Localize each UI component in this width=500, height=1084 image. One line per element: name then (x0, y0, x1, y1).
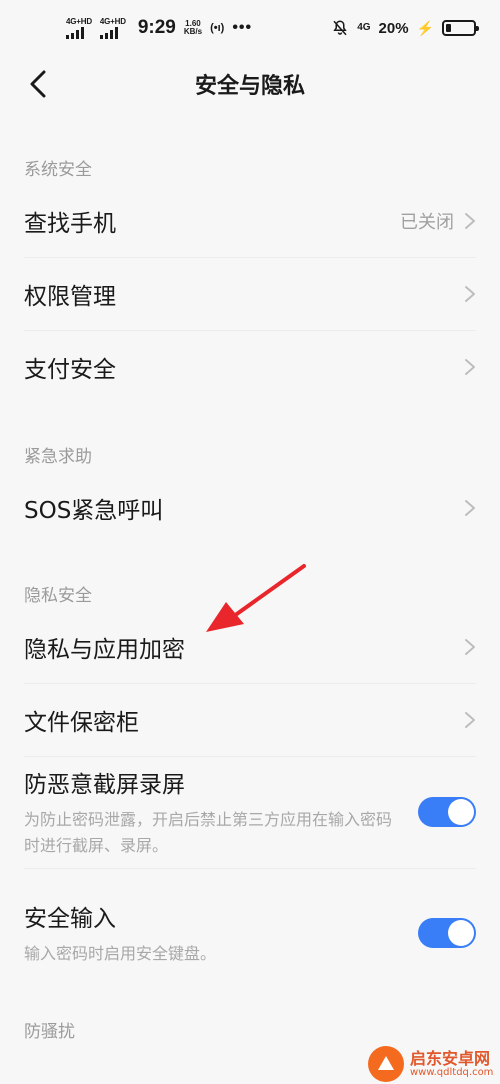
sim2-net-label: 4G+HD (99, 16, 126, 26)
section-label-harassment: 防骚扰 (24, 1022, 75, 1042)
chevron-right-icon (465, 212, 475, 229)
chevron-right-icon (465, 638, 475, 655)
chevron-right-icon (465, 358, 475, 375)
charging-icon: ⚡ (416, 19, 434, 36)
battery-percent: 20% (378, 19, 409, 37)
secure-input-switch[interactable] (418, 918, 476, 948)
app-header: 安全与隐私 (0, 56, 500, 112)
status-bar: 4G+HD 4G+HD 9:29 1.60 KB/s (•ı) ••• 4G 2… (0, 0, 500, 56)
item-payment-security[interactable]: 支付安全 (0, 330, 500, 403)
watermark-logo-icon (368, 1046, 404, 1082)
anti-screenshot-switch[interactable] (418, 797, 476, 827)
sim2-signal: 4G+HD (99, 16, 126, 39)
item-value: 已关闭 (400, 211, 454, 233)
item-label: 权限管理 (24, 283, 116, 310)
watermark: 启东安卓网 www.qdltdq.com (368, 1046, 493, 1082)
chevron-right-icon (465, 499, 475, 516)
net-type-label: 4G (357, 22, 371, 33)
battery-icon (442, 20, 479, 36)
item-label: 查找手机 (24, 210, 116, 237)
item-label: SOS紧急呼叫 (24, 497, 164, 524)
watermark-name: 启东安卓网 (410, 1048, 491, 1068)
mute-icon (333, 20, 347, 36)
item-anti-screenshot: 防恶意截屏录屏 为防止密码泄露，开启后禁止第三方应用在输入密码时进行截屏、录屏。 (0, 756, 500, 868)
hotspot-icon: (•ı) (210, 22, 225, 34)
toggle-description: 输入密码时启用安全键盘。 (24, 944, 217, 963)
item-label: 文件保密柜 (24, 709, 139, 736)
sim1-signal: 4G+HD (66, 16, 92, 39)
toggle-title: 防恶意截屏录屏 (24, 772, 185, 798)
sim1-net-label: 4G+HD (66, 16, 92, 26)
signal-icon (66, 26, 84, 39)
chevron-right-icon (465, 711, 475, 728)
speed-unit: KB/s (183, 27, 203, 36)
network-speed: 1.60 KB/s (184, 20, 202, 36)
item-label: 支付安全 (24, 356, 116, 383)
item-secure-input: 安全输入 输入密码时启用安全键盘。 (0, 868, 500, 984)
watermark-url: www.qdltdq.com (410, 1067, 494, 1079)
section-label-system: 系统安全 (24, 160, 92, 180)
item-find-phone[interactable]: 查找手机 已关闭 (0, 184, 500, 257)
chevron-left-icon (30, 70, 46, 98)
status-left: 4G+HD 4G+HD 9:29 1.60 KB/s (•ı) ••• (66, 17, 252, 39)
back-button[interactable] (20, 66, 56, 102)
item-sos-call[interactable]: SOS紧急呼叫 (0, 471, 500, 544)
status-time: 9:29 (137, 17, 176, 38)
toggle-title: 安全输入 (24, 906, 116, 932)
chevron-right-icon (465, 285, 475, 302)
item-file-safe[interactable]: 文件保密柜 (0, 683, 500, 756)
annotation-arrow (206, 564, 306, 632)
status-right: 4G 20% ⚡ (331, 19, 479, 37)
network-type: 4G (357, 23, 370, 33)
toggle-description: 为防止密码泄露，开启后禁止第三方应用在输入密码时进行截屏、录屏。 (24, 810, 393, 855)
section-label-emergency: 紧急求助 (24, 447, 92, 467)
battery-fill (446, 24, 452, 32)
signal-icon (99, 26, 118, 39)
item-permission-management[interactable]: 权限管理 (0, 257, 500, 330)
page-title: 安全与隐私 (194, 74, 305, 99)
more-notifications-icon: ••• (232, 19, 253, 36)
item-label: 隐私与应用加密 (24, 636, 185, 663)
